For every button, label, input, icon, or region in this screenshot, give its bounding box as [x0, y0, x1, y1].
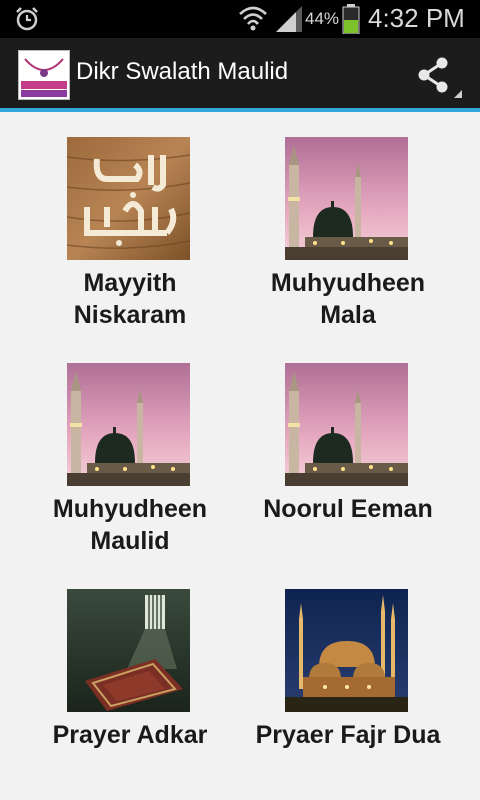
item-grid: Mayyith Niskaram Muhyudheen Mala Muhyudh…	[0, 112, 480, 800]
status-bar: 44% 4:32 PM	[0, 0, 480, 38]
share-button[interactable]	[408, 52, 466, 102]
grid-item-label: Pryaer Fajr Dua	[255, 721, 441, 749]
arabic-calligraphy-thumbnail	[67, 137, 190, 260]
grid-item-label: Prayer Adkar	[52, 721, 208, 749]
grid-item-label: Mayyith Niskaram	[73, 269, 187, 329]
grid-item-label: Muhyudheen Mala	[270, 269, 426, 329]
action-bar: Dikr Swalath Maulid	[0, 38, 480, 112]
battery-icon	[342, 4, 360, 34]
blue-mosque-night-thumbnail	[285, 589, 408, 712]
grid-item-muhyudheen-maulid[interactable]: Muhyudheen Maulid	[14, 338, 246, 558]
green-dome-mosque-thumbnail	[67, 363, 190, 486]
clock: 4:32 PM	[368, 3, 465, 33]
green-dome-mosque-thumbnail	[285, 363, 408, 486]
grid-item-label: Muhyudheen Maulid	[52, 495, 208, 555]
app-logo-image	[19, 51, 69, 99]
app-logo[interactable]	[18, 50, 70, 100]
grid-item-prayer-adkar[interactable]: Prayer Adkar	[14, 564, 246, 784]
share-icon	[418, 57, 462, 98]
grid-item-noorul-eeman[interactable]: Noorul Eeman	[232, 338, 464, 558]
grid-item-muhyudheen-mala[interactable]: Muhyudheen Mala	[232, 112, 464, 332]
wifi-icon	[239, 6, 267, 31]
alarm-icon	[16, 7, 38, 31]
green-dome-mosque-thumbnail	[285, 137, 408, 260]
grid-item-pryaer-fajr-dua[interactable]: Pryaer Fajr Dua	[232, 564, 464, 784]
app-title: Dikr Swalath Maulid	[76, 58, 289, 85]
grid-item-mayyith-niskaram[interactable]: Mayyith Niskaram	[14, 112, 246, 332]
grid-item-label: Noorul Eeman	[263, 495, 433, 523]
battery-percent: 44%	[305, 9, 340, 28]
signal-icon	[276, 6, 302, 32]
prayer-mat-thumbnail	[67, 589, 190, 712]
